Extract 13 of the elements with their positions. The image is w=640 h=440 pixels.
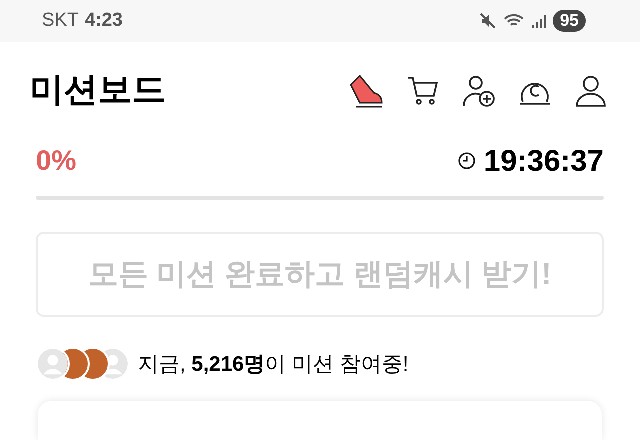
progress-percent: 0% (36, 144, 76, 178)
countdown-timer: 19:36:37 (484, 144, 604, 180)
add-user-icon[interactable] (462, 74, 496, 108)
carrier-text: SKT (42, 8, 79, 33)
page-title: 미션보드 (30, 70, 166, 112)
mute-icon (479, 12, 498, 30)
sneaker-icon[interactable] (348, 72, 384, 109)
clock-icon (458, 152, 476, 170)
battery-badge: 95 (553, 10, 586, 32)
participants-text: 지금, 5,216명이 미션 참여중! (138, 352, 409, 378)
user-icon[interactable] (574, 74, 608, 108)
signal-icon (531, 13, 548, 30)
clock-text: 4:23 (84, 8, 123, 33)
